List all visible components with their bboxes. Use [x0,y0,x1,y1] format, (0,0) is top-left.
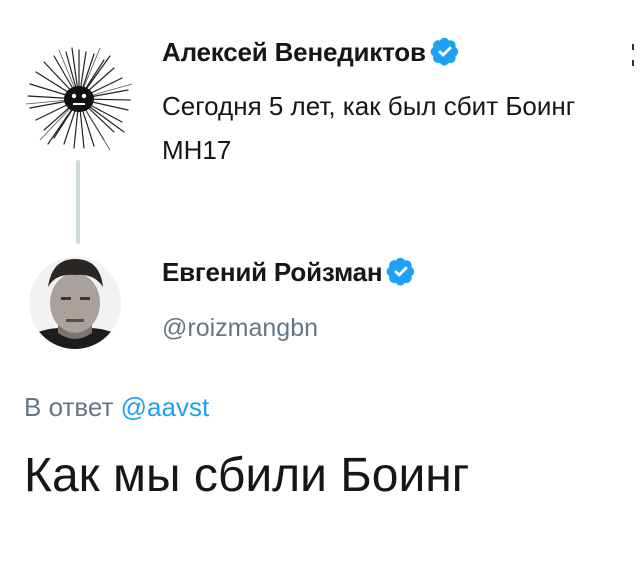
author-name[interactable]: Евгений Ройзман [162,257,383,287]
reply-to-line: В ответ @aavst [24,392,209,423]
verified-badge-icon [387,257,415,286]
avatar-roizman[interactable] [28,245,122,357]
reply-prefix: В ответ [24,392,114,422]
verified-badge-icon [430,37,458,66]
quoted-tweet-text: Сегодня 5 лет, как был сбит Боинг МН17 [162,91,576,165]
thread-connector-line [76,160,80,244]
quoted-author-name-row[interactable]: Алексей Венедиктов [162,36,460,68]
author-name-row[interactable]: Евгений Ройзман [162,256,416,288]
reply-mention-link[interactable]: @aavst [121,392,210,422]
tweet-text: Как мы сбили Боинг [24,449,470,502]
avatar-venediktov[interactable] [24,44,134,154]
quoted-author-name[interactable]: Алексей Венедиктов [162,37,426,67]
author-handle[interactable]: @roizmangbn [162,314,318,343]
more-options-icon[interactable] [630,40,636,90]
